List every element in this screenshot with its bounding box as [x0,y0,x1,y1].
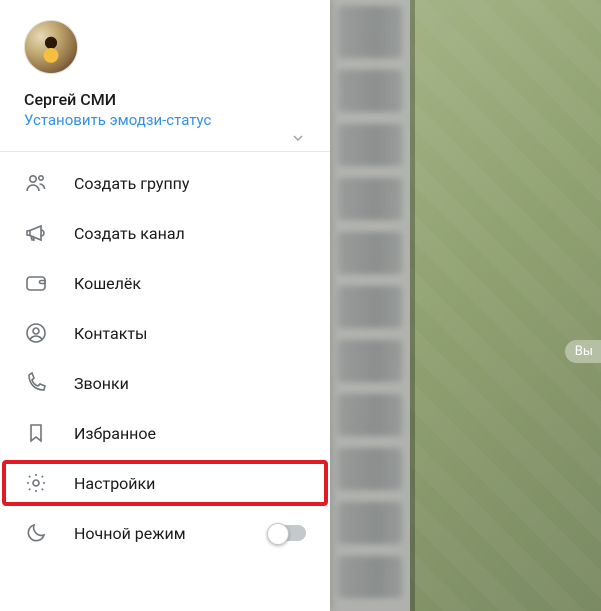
chevron-down-icon[interactable] [290,130,306,146]
menu-item-night-mode[interactable]: Ночной режим [0,508,330,558]
wallet-icon [24,271,48,295]
chat-list-blurred [330,0,410,611]
menu-item-create-group[interactable]: Создать группу [0,158,330,208]
sidebar: Сергей СМИ Установить эмодзи-статус Созд… [0,0,330,611]
menu-label: Контакты [74,324,306,343]
menu-item-create-channel[interactable]: Создать канал [0,208,330,258]
menu-item-calls[interactable]: Звонки [0,358,330,408]
chat-background: Вы [330,0,601,611]
moon-icon [24,521,48,545]
menu-label: Избранное [74,424,306,443]
menu-label: Создать группу [74,174,306,193]
menu-item-contacts[interactable]: Контакты [0,308,330,358]
group-icon [24,171,48,195]
night-mode-toggle[interactable] [268,525,306,541]
menu-item-wallet[interactable]: Кошелёк [0,258,330,308]
menu: Создать группу Создать канал Кошелё [0,152,330,558]
menu-label: Кошелёк [74,274,306,293]
menu-item-settings[interactable]: Настройки [0,458,330,508]
user-icon [24,321,48,345]
menu-label: Создать канал [74,224,306,243]
phone-icon [24,371,48,395]
menu-item-saved[interactable]: Избранное [0,408,330,458]
menu-label: Звонки [74,374,306,393]
scroll-pill[interactable]: Вы [565,340,601,363]
profile-block: Сергей СМИ Установить эмодзи-статус [0,0,330,141]
bookmark-icon [24,421,48,445]
username: Сергей СМИ [24,90,306,109]
set-emoji-status-link[interactable]: Установить эмодзи-статус [24,111,306,129]
gear-icon [24,471,48,495]
megaphone-icon [24,221,48,245]
avatar[interactable] [24,20,78,74]
menu-label: Настройки [74,474,306,493]
menu-label: Ночной режим [74,524,268,543]
